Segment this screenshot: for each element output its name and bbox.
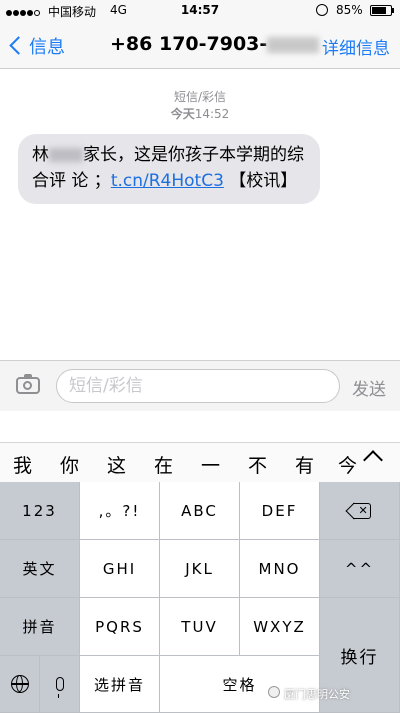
contact-title[interactable]: +86 170-7903-: [110, 33, 320, 55]
navigation-bar: 信息 +86 170-7903- 详细信息: [0, 22, 400, 69]
compose-bar: 短信/彩信 发送: [0, 360, 400, 411]
camera-lens: [23, 381, 32, 390]
key-pinyin[interactable]: 拼音: [0, 598, 80, 656]
delete-icon-x: ✕: [358, 503, 368, 517]
battery-fill: [372, 7, 386, 14]
candidate-word[interactable]: 今: [338, 451, 358, 478]
delete-icon: ✕: [345, 502, 373, 519]
key-abc[interactable]: ABC: [160, 482, 240, 540]
globe-icon: [10, 675, 29, 693]
message-timestamp: 今天14:52: [0, 105, 400, 122]
candidate-word[interactable]: 我: [13, 451, 32, 478]
candidate-word[interactable]: 你: [60, 451, 79, 478]
key-english[interactable]: 英文: [0, 540, 80, 598]
watermark-text: 厦门思明公安: [284, 688, 350, 701]
back-button[interactable]: 信息: [8, 33, 65, 59]
message-text-start: 林: [32, 145, 49, 165]
key-numbers[interactable]: 123: [0, 482, 80, 540]
chevron-left-icon: [9, 36, 28, 55]
key-def[interactable]: DEF: [240, 482, 320, 540]
details-button[interactable]: 详细信息: [322, 34, 390, 59]
key-mno[interactable]: MNO: [240, 540, 320, 598]
key-emoticon[interactable]: ^^: [320, 540, 400, 598]
contact-number: +86 170-7903-: [110, 33, 268, 55]
mic-key[interactable]: [40, 656, 80, 713]
microphone-icon: [55, 677, 64, 698]
candidate-word[interactable]: 这: [107, 451, 126, 478]
back-label: 信息: [29, 37, 65, 58]
alarm-icon: [316, 4, 328, 16]
camera-bump: [24, 374, 32, 378]
keyboard: 123 ,。?! ABC DEF ✕ 英文 GHI JKL MNO ^^ 拼音 …: [0, 482, 400, 713]
redacted-digits: [267, 36, 320, 53]
message-input[interactable]: 短信/彩信: [56, 369, 340, 403]
key-ghi[interactable]: GHI: [80, 540, 160, 598]
timestamp-time: 14:52: [194, 107, 230, 121]
service-label: 短信/彩信: [173, 90, 227, 104]
space-key[interactable]: 空格: [160, 656, 320, 713]
status-bar: 中国移动 4G 14:57 85%: [0, 0, 400, 22]
send-button[interactable]: 发送: [352, 375, 386, 400]
timestamp-day: 今天: [170, 107, 195, 121]
camera-icon[interactable]: [16, 374, 40, 394]
key-punctuation[interactable]: ,。?!: [80, 482, 160, 540]
candidate-bar: 我 你 这 在 一 不 有 今: [0, 442, 400, 483]
candidate-word[interactable]: 在: [154, 451, 173, 478]
incoming-message-bubble[interactable]: 林家长，这是你孩子本学期的综合评 论 ；t.cn/R4HotC3 【校讯】: [18, 134, 320, 204]
message-text-end: 【校讯】: [223, 171, 298, 191]
redacted-name: [49, 148, 83, 162]
key-jkl[interactable]: JKL: [160, 540, 240, 598]
key-wxyz[interactable]: WXYZ: [240, 598, 320, 656]
message-link[interactable]: t.cn/R4HotC3: [111, 171, 224, 191]
battery-icon: [370, 5, 394, 16]
key-tuv[interactable]: TUV: [160, 598, 240, 656]
chevron-up-icon[interactable]: [363, 450, 383, 470]
candidate-word[interactable]: 有: [295, 451, 314, 478]
watermark-logo-icon: [268, 686, 280, 698]
candidate-word[interactable]: 一: [201, 451, 220, 478]
delete-key[interactable]: ✕: [320, 482, 400, 540]
globe-key[interactable]: [0, 656, 40, 713]
battery-percent: 85%: [336, 3, 363, 17]
candidate-word[interactable]: 不: [248, 451, 267, 478]
key-select-pinyin[interactable]: 选拼音: [80, 656, 160, 713]
key-pqrs[interactable]: PQRS: [80, 598, 160, 656]
